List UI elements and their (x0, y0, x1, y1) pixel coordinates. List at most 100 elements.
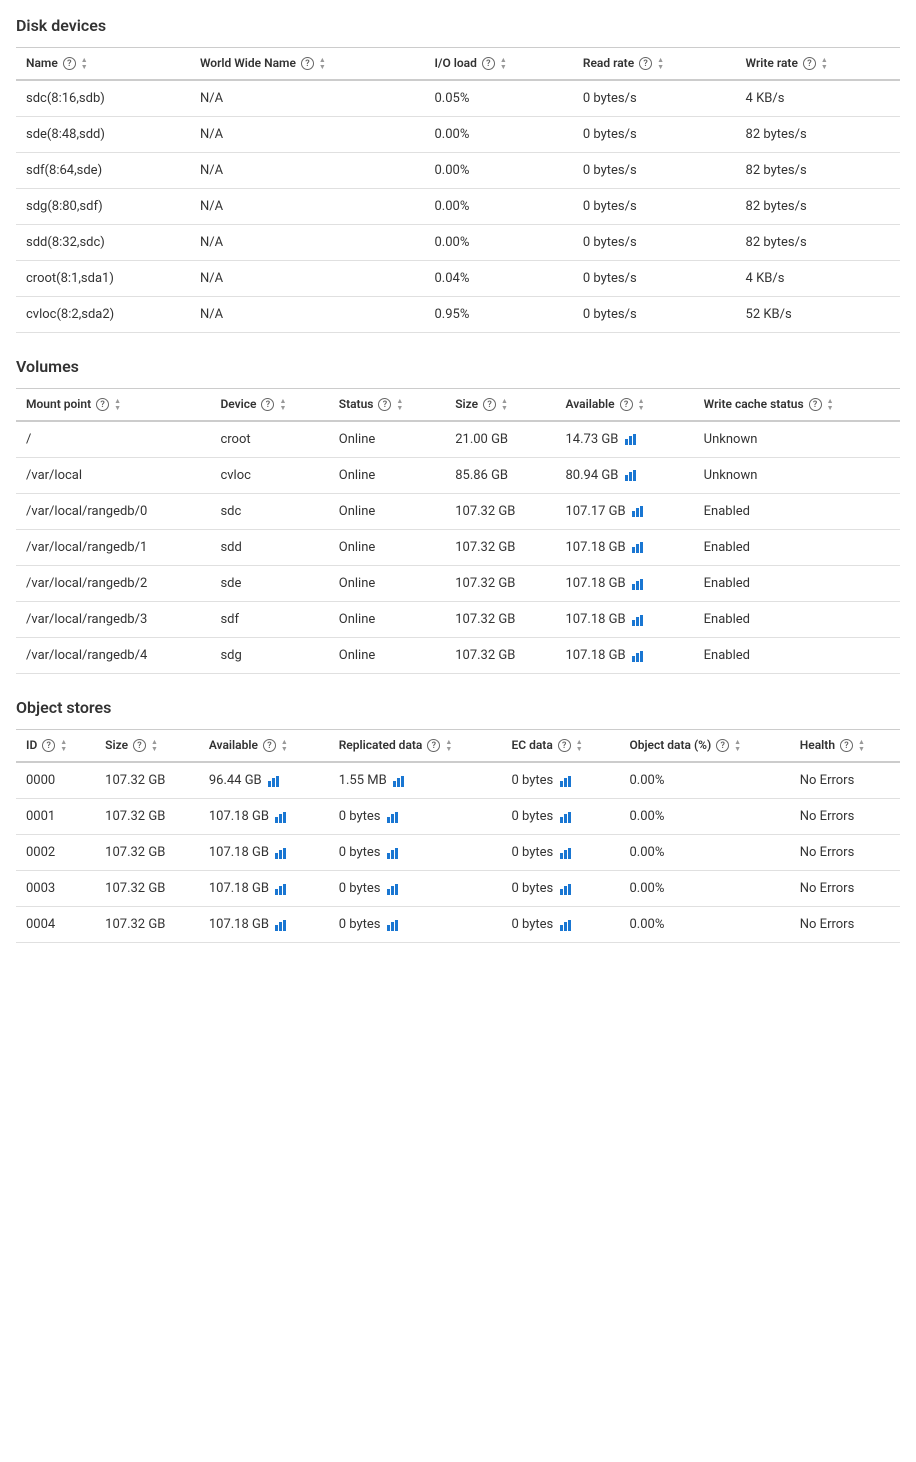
vol-avail-sort-icon[interactable] (638, 398, 645, 412)
obj-ec-sort-icon[interactable] (576, 739, 583, 753)
obj-col-object-pct: Object data (%) ? (619, 730, 789, 762)
obj-rep-sort-icon[interactable] (445, 739, 452, 753)
bar-chart-icon[interactable] (632, 612, 646, 627)
write-cache-sort-icon[interactable] (827, 398, 834, 412)
bar-chart-icon[interactable] (268, 773, 282, 788)
obj-id-help-icon[interactable]: ? (42, 739, 55, 752)
bar-chart-icon[interactable] (560, 845, 574, 860)
io-sort-icon[interactable] (500, 57, 507, 71)
volumes-section: Volumes Mount point ? Device ? Status ? (16, 357, 900, 674)
vol-device-cell: cvloc (210, 457, 328, 493)
vol-avail-cell: 107.18 GB (556, 529, 694, 565)
status-help-icon[interactable]: ? (378, 398, 391, 411)
device-sort-icon[interactable] (279, 398, 286, 412)
read-help-icon[interactable]: ? (639, 57, 652, 70)
obj-avail-cell: 107.18 GB (199, 798, 329, 834)
obj-avail-cell: 107.18 GB (199, 835, 329, 871)
disk-write-cell: 82 bytes/s (736, 224, 900, 260)
bar-chart-icon[interactable] (625, 432, 639, 447)
bar-chart-icon[interactable] (560, 809, 574, 824)
obj-pct-help-icon[interactable]: ? (716, 739, 729, 752)
vol-size-help-icon[interactable]: ? (483, 398, 496, 411)
disk-devices-section: Disk devices Name ? World Wide Name ? I/… (16, 16, 900, 333)
obj-avail-cell: 96.44 GB (199, 762, 329, 799)
obj-ec-help-icon[interactable]: ? (558, 739, 571, 752)
vol-size-cell: 107.32 GB (445, 638, 555, 674)
vol-write-cache-cell: Unknown (694, 421, 900, 458)
obj-rep-cell: 0 bytes (329, 871, 502, 907)
vol-avail-cell: 107.18 GB (556, 565, 694, 601)
write-cache-help-icon[interactable]: ? (809, 398, 822, 411)
bar-chart-icon[interactable] (275, 845, 289, 860)
bar-chart-icon[interactable] (387, 881, 401, 896)
bar-chart-icon[interactable] (625, 468, 639, 483)
bar-chart-icon[interactable] (275, 881, 289, 896)
obj-pct-cell: 0.00% (619, 835, 789, 871)
bar-chart-icon[interactable] (393, 773, 407, 788)
write-help-icon[interactable]: ? (803, 57, 816, 70)
obj-health-cell: No Errors (790, 907, 900, 943)
vol-size-cell: 107.32 GB (445, 601, 555, 637)
obj-col-replicated: Replicated data ? (329, 730, 502, 762)
io-help-icon[interactable]: ? (482, 57, 495, 70)
mount-sort-icon[interactable] (114, 398, 121, 412)
obj-avail-cell: 107.18 GB (199, 871, 329, 907)
vol-status-cell: Online (329, 457, 445, 493)
bar-chart-icon[interactable] (387, 809, 401, 824)
col-wwn: World Wide Name ? (190, 48, 425, 80)
write-sort-icon[interactable] (821, 57, 828, 71)
obj-rep-help-icon[interactable]: ? (427, 739, 440, 752)
wwn-sort-icon[interactable] (319, 57, 326, 71)
wwn-help-icon[interactable]: ? (301, 57, 314, 70)
disk-name-cell: croot(8:1,sda1) (16, 260, 190, 296)
name-sort-icon[interactable] (81, 57, 88, 71)
vol-device-cell: sdg (210, 638, 328, 674)
bar-chart-icon[interactable] (632, 504, 646, 519)
bar-chart-icon[interactable] (387, 845, 401, 860)
mount-help-icon[interactable]: ? (96, 398, 109, 411)
read-sort-icon[interactable] (657, 57, 664, 71)
table-row: sdc(8:16,sdb) N/A 0.05% 0 bytes/s 4 KB/s (16, 80, 900, 117)
bar-chart-icon[interactable] (560, 917, 574, 932)
disk-io-cell: 0.00% (424, 188, 572, 224)
disk-wwn-cell: N/A (190, 188, 425, 224)
obj-size-cell: 107.32 GB (95, 835, 199, 871)
bar-chart-icon[interactable] (560, 773, 574, 788)
disk-read-cell: 0 bytes/s (573, 296, 736, 332)
disk-write-cell: 4 KB/s (736, 260, 900, 296)
obj-pct-cell: 0.00% (619, 762, 789, 799)
disk-wwn-cell: N/A (190, 260, 425, 296)
bar-chart-icon[interactable] (632, 576, 646, 591)
obj-rep-cell: 0 bytes (329, 798, 502, 834)
table-row: /var/local/rangedb/3 sdf Online 107.32 G… (16, 601, 900, 637)
bar-chart-icon[interactable] (632, 540, 646, 555)
obj-rep-cell: 1.55 MB (329, 762, 502, 799)
obj-col-available: Available ? (199, 730, 329, 762)
vol-avail-help-icon[interactable]: ? (620, 398, 633, 411)
bar-chart-icon[interactable] (387, 917, 401, 932)
bar-chart-icon[interactable] (275, 809, 289, 824)
obj-avail-help-icon[interactable]: ? (263, 739, 276, 752)
obj-size-sort-icon[interactable] (151, 739, 158, 753)
bar-chart-icon[interactable] (632, 648, 646, 663)
obj-size-help-icon[interactable]: ? (133, 739, 146, 752)
disk-write-cell: 82 bytes/s (736, 116, 900, 152)
vol-size-sort-icon[interactable] (501, 398, 508, 412)
obj-health-sort-icon[interactable] (858, 739, 865, 753)
vol-mount-cell: /var/local/rangedb/4 (16, 638, 210, 674)
vol-status-cell: Online (329, 601, 445, 637)
device-help-icon[interactable]: ? (261, 398, 274, 411)
obj-avail-sort-icon[interactable] (281, 739, 288, 753)
bar-chart-icon[interactable] (275, 917, 289, 932)
bar-chart-icon[interactable] (560, 881, 574, 896)
obj-id-sort-icon[interactable] (60, 739, 67, 753)
status-sort-icon[interactable] (396, 398, 403, 412)
obj-rep-cell: 0 bytes (329, 835, 502, 871)
obj-pct-sort-icon[interactable] (734, 739, 741, 753)
vol-status-cell: Online (329, 421, 445, 458)
table-row: /var/local/rangedb/4 sdg Online 107.32 G… (16, 638, 900, 674)
vol-write-cache-cell: Enabled (694, 638, 900, 674)
obj-health-help-icon[interactable]: ? (840, 739, 853, 752)
table-row: /var/local/rangedb/2 sde Online 107.32 G… (16, 565, 900, 601)
name-help-icon[interactable]: ? (63, 57, 76, 70)
